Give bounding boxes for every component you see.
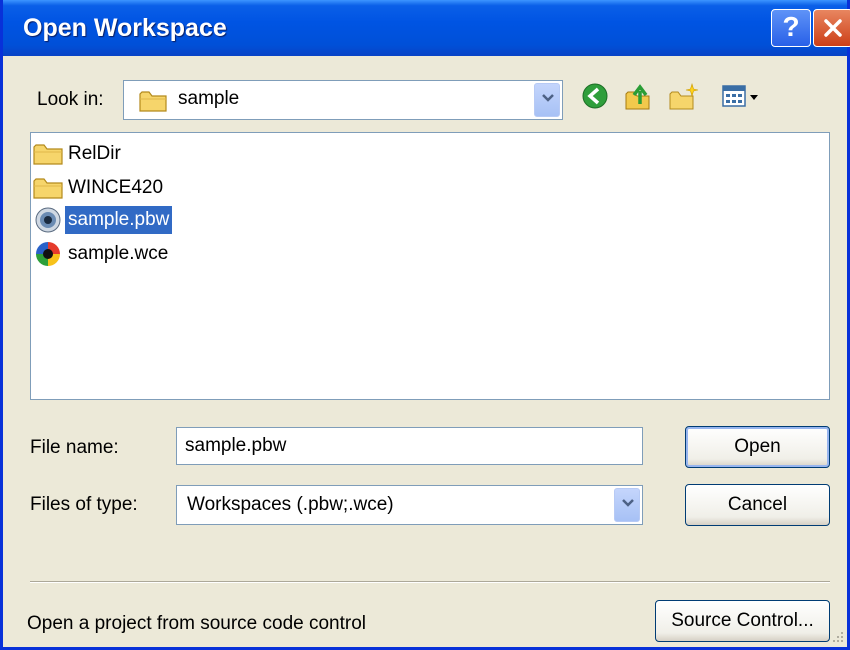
folder-icon [33, 144, 63, 165]
list-item-reldir[interactable]: RelDir [33, 139, 124, 169]
folder-icon [33, 178, 63, 199]
chevron-down-icon [622, 499, 634, 507]
resize-grip-icon[interactable] [829, 628, 845, 644]
close-icon [824, 19, 842, 37]
list-item-wince420[interactable]: WINCE420 [33, 173, 166, 203]
look-in-value: sample [178, 88, 240, 109]
file-name: sample.pbw [65, 206, 173, 234]
files-of-type-value: Workspaces (.pbw;.wce) [187, 494, 394, 515]
close-button[interactable] [813, 9, 850, 47]
files-of-type-dropdown-button[interactable] [614, 488, 640, 522]
title-bar[interactable]: Open Workspace ? [3, 0, 850, 56]
new-folder-icon[interactable] [668, 82, 700, 112]
open-button[interactable]: Open [685, 426, 830, 468]
files-of-type-label: Files of type: [30, 494, 138, 515]
footer-text: Open a project from source code control [27, 613, 367, 634]
file-name: WINCE420 [68, 177, 164, 198]
file-name-label: File name: [30, 437, 119, 458]
workspace-pbw-icon [35, 207, 61, 233]
view-menu-icon[interactable] [721, 84, 761, 110]
dialog-title: Open Workspace [23, 14, 227, 42]
files-of-type-combo[interactable]: Workspaces (.pbw;.wce) [176, 485, 643, 525]
open-workspace-dialog: Open Workspace ? Look in: sample RelDir … [0, 0, 850, 650]
file-name-field[interactable]: sample.pbw [176, 427, 643, 465]
look-in-dropdown-button[interactable] [534, 83, 560, 117]
chevron-down-icon [542, 94, 554, 102]
file-list[interactable]: RelDir WINCE420 sample.pbw sample.wce [30, 132, 830, 400]
look-in-combo[interactable]: sample [123, 80, 563, 120]
up-folder-icon[interactable] [624, 82, 654, 112]
source-control-button[interactable]: Source Control... [655, 600, 830, 642]
file-name: sample.wce [68, 243, 169, 264]
folder-icon [139, 91, 167, 112]
list-item-sample-wce[interactable]: sample.wce [33, 239, 171, 269]
workspace-wce-icon [36, 242, 60, 266]
list-item-sample-pbw[interactable]: sample.pbw [33, 205, 173, 235]
cancel-button[interactable]: Cancel [685, 484, 830, 526]
help-button[interactable]: ? [771, 9, 811, 47]
separator [30, 581, 830, 583]
look-in-label: Look in: [37, 89, 104, 110]
file-name: RelDir [68, 143, 121, 164]
back-icon[interactable] [581, 82, 609, 110]
